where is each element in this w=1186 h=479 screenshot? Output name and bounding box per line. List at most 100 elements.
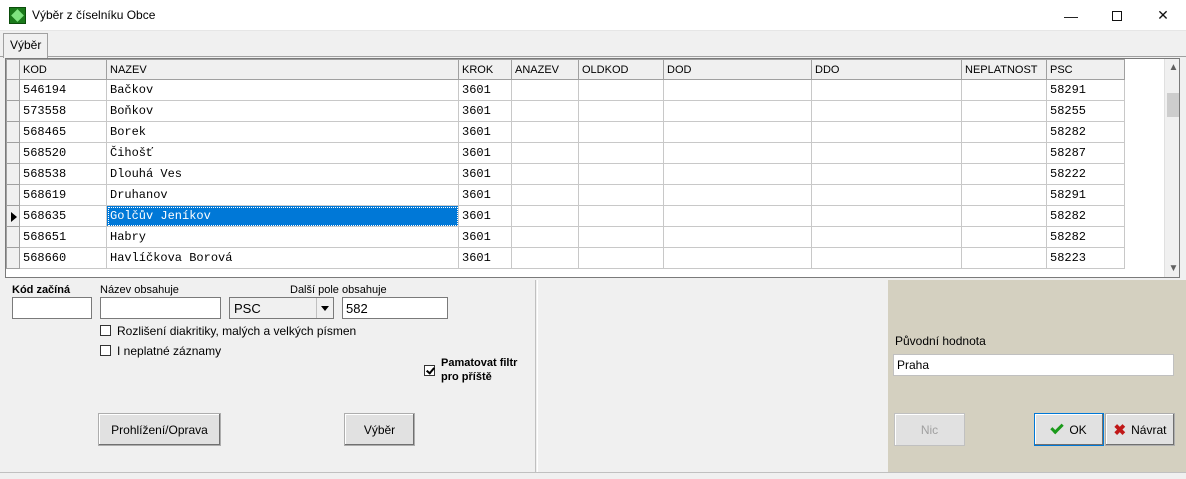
cell-kod[interactable]: 568465 [19, 121, 107, 143]
cell-dod[interactable] [663, 226, 812, 248]
row-indicator[interactable] [6, 205, 20, 227]
cell-psc[interactable]: 58255 [1046, 100, 1125, 122]
cell-kod[interactable]: 568660 [19, 247, 107, 269]
cell-anazev[interactable] [511, 163, 579, 185]
cell-krok[interactable]: 3601 [458, 184, 512, 206]
minimize-button[interactable]: — [1048, 0, 1094, 31]
cell-nazev[interactable]: Golčův Jeníkov [106, 205, 459, 227]
cell-nazev[interactable]: Bačkov [106, 79, 459, 101]
grid-vertical-scrollbar[interactable]: ▲ ▼ [1164, 59, 1179, 277]
row-indicator[interactable] [6, 100, 20, 122]
cell-kod[interactable]: 546194 [19, 79, 107, 101]
table-row[interactable]: 568651 Habry 3601 58282 [6, 226, 1125, 248]
column-header-anazev[interactable]: ANAZEV [511, 59, 579, 80]
cell-psc[interactable]: 58222 [1046, 163, 1125, 185]
cell-krok[interactable]: 3601 [458, 79, 512, 101]
cell-neplatnost[interactable] [961, 100, 1047, 122]
cell-oldkod[interactable] [578, 247, 664, 269]
scroll-up-icon[interactable]: ▲ [1165, 59, 1179, 76]
cell-psc[interactable]: 58291 [1046, 184, 1125, 206]
cell-nazev[interactable]: Borek [106, 121, 459, 143]
cell-kod[interactable]: 568520 [19, 142, 107, 164]
cell-ddo[interactable] [811, 121, 962, 143]
cell-ddo[interactable] [811, 247, 962, 269]
vyber-button[interactable]: Výběr [344, 413, 415, 446]
cell-dod[interactable] [663, 163, 812, 185]
cell-nazev[interactable]: Druhanov [106, 184, 459, 206]
cell-dod[interactable] [663, 100, 812, 122]
row-indicator[interactable] [6, 142, 20, 164]
scroll-thumb[interactable] [1167, 93, 1179, 117]
cell-oldkod[interactable] [578, 100, 664, 122]
cell-nazev[interactable]: Čihošť [106, 142, 459, 164]
table-row[interactable]: 568465 Borek 3601 58282 [6, 121, 1125, 143]
cell-ddo[interactable] [811, 79, 962, 101]
cell-nazev[interactable]: Boňkov [106, 100, 459, 122]
cell-ddo[interactable] [811, 226, 962, 248]
cell-oldkod[interactable] [578, 121, 664, 143]
table-row[interactable]: 568538 Dlouhá Ves 3601 58222 [6, 163, 1125, 185]
cell-kod[interactable]: 568619 [19, 184, 107, 206]
cell-nazev[interactable]: Dlouhá Ves [106, 163, 459, 185]
cell-krok[interactable]: 3601 [458, 247, 512, 269]
row-indicator[interactable] [6, 226, 20, 248]
cell-anazev[interactable] [511, 121, 579, 143]
obsahuje-input[interactable]: 582 [342, 297, 448, 319]
column-header-dod[interactable]: DOD [663, 59, 812, 80]
navrat-button[interactable]: ✖ Návrat [1105, 413, 1175, 446]
cell-krok[interactable]: 3601 [458, 142, 512, 164]
cell-oldkod[interactable] [578, 226, 664, 248]
cell-psc[interactable]: 58282 [1046, 226, 1125, 248]
table-row[interactable]: 568635 Golčův Jeníkov 3601 58282 [6, 205, 1125, 227]
cell-neplatnost[interactable] [961, 163, 1047, 185]
cell-psc[interactable]: 58223 [1046, 247, 1125, 269]
cell-kod[interactable]: 568635 [19, 205, 107, 227]
cell-anazev[interactable] [511, 205, 579, 227]
cell-neplatnost[interactable] [961, 142, 1047, 164]
column-header-nazev[interactable]: NAZEV [106, 59, 459, 80]
cell-nazev[interactable]: Havlíčkova Borová [106, 247, 459, 269]
column-header-psc[interactable]: PSC [1046, 59, 1125, 80]
cell-ddo[interactable] [811, 100, 962, 122]
cell-dod[interactable] [663, 247, 812, 269]
data-grid[interactable]: KOD NAZEV KROK ANAZEV OLDKOD DOD DDO NEP… [5, 58, 1180, 278]
cell-anazev[interactable] [511, 142, 579, 164]
cell-oldkod[interactable] [578, 205, 664, 227]
cell-neplatnost[interactable] [961, 79, 1047, 101]
nazev-input[interactable] [100, 297, 221, 319]
cell-oldkod[interactable] [578, 142, 664, 164]
cell-ddo[interactable] [811, 142, 962, 164]
row-indicator[interactable] [6, 247, 20, 269]
table-row[interactable]: 573558 Boňkov 3601 58255 [6, 100, 1125, 122]
pamatovat-checkbox[interactable] [424, 365, 435, 376]
cell-anazev[interactable] [511, 226, 579, 248]
cell-kod[interactable]: 568538 [19, 163, 107, 185]
neplatne-checkbox[interactable] [100, 345, 111, 356]
cell-anazev[interactable] [511, 79, 579, 101]
cell-neplatnost[interactable] [961, 121, 1047, 143]
kod-input[interactable] [12, 297, 92, 319]
row-indicator[interactable] [6, 121, 20, 143]
column-header-kod[interactable]: KOD [19, 59, 107, 80]
tab-vyber[interactable]: Výběr [3, 33, 49, 58]
table-row[interactable]: 568520 Čihošť 3601 58287 [6, 142, 1125, 164]
row-indicator[interactable] [6, 79, 20, 101]
row-indicator[interactable] [6, 163, 20, 185]
cell-dod[interactable] [663, 184, 812, 206]
field-select[interactable]: PSC [229, 297, 334, 319]
cell-ddo[interactable] [811, 163, 962, 185]
cell-kod[interactable]: 573558 [19, 100, 107, 122]
diakritika-checkbox[interactable] [100, 325, 111, 336]
cell-psc[interactable]: 58287 [1046, 142, 1125, 164]
cell-neplatnost[interactable] [961, 247, 1047, 269]
cell-krok[interactable]: 3601 [458, 100, 512, 122]
column-header-neplatnost[interactable]: NEPLATNOST [961, 59, 1047, 80]
cell-psc[interactable]: 58291 [1046, 79, 1125, 101]
column-header-ddo[interactable]: DDO [811, 59, 962, 80]
table-row[interactable]: 568660 Havlíčkova Borová 3601 58223 [6, 247, 1125, 269]
cell-neplatnost[interactable] [961, 205, 1047, 227]
cell-oldkod[interactable] [578, 79, 664, 101]
cell-dod[interactable] [663, 142, 812, 164]
cell-ddo[interactable] [811, 184, 962, 206]
cell-nazev[interactable]: Habry [106, 226, 459, 248]
